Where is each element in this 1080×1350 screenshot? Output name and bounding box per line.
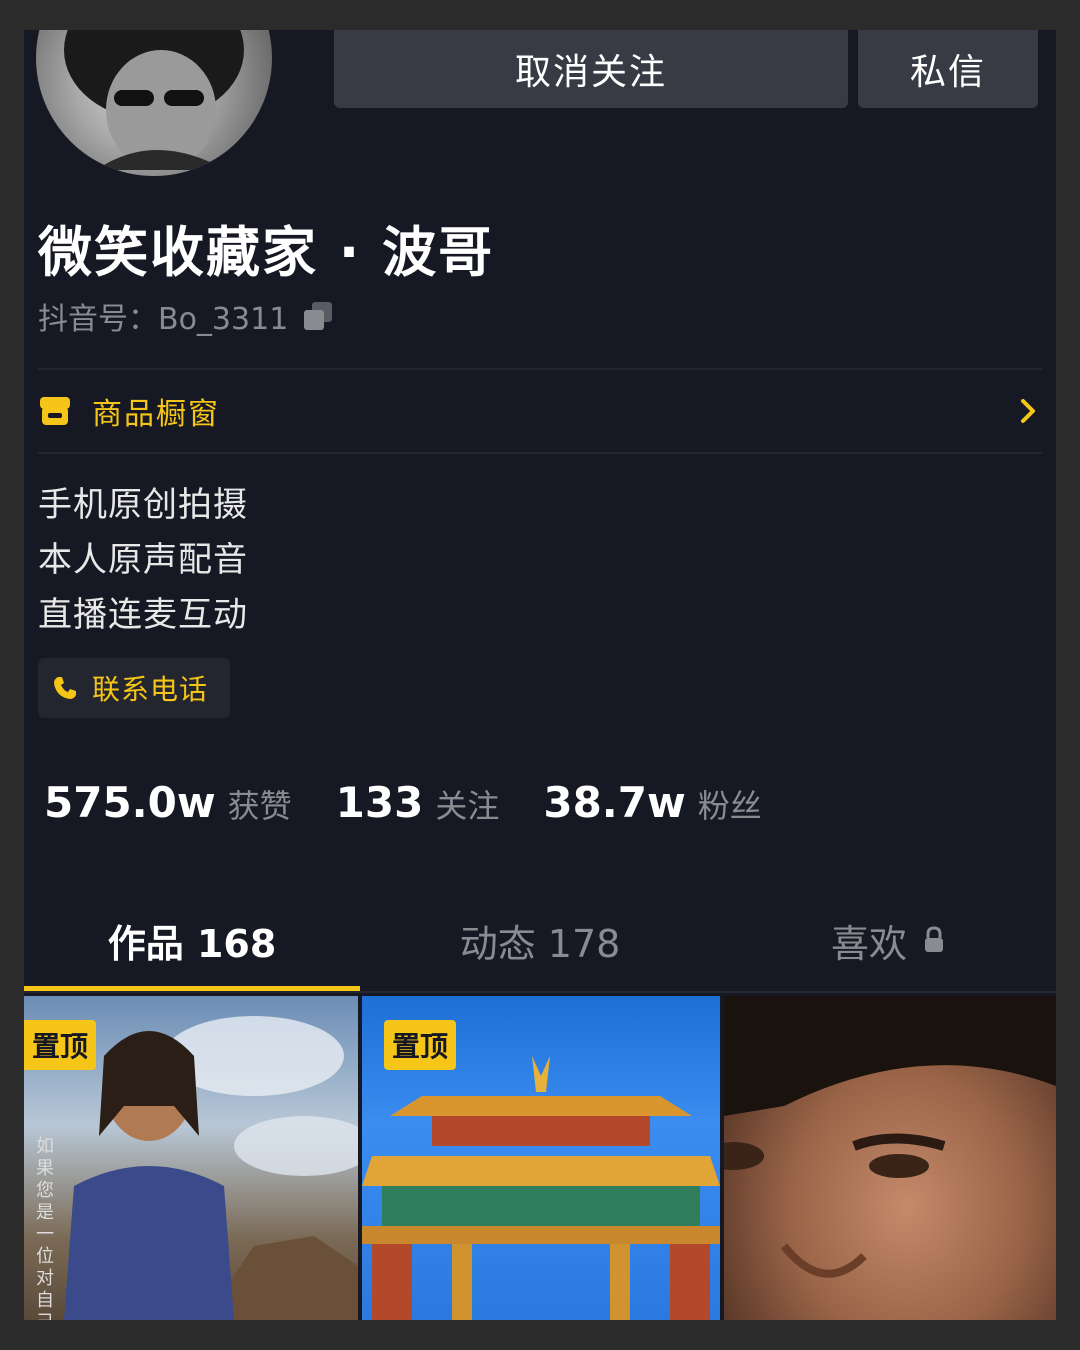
stat-label: 粉丝 bbox=[697, 787, 762, 825]
tab-label: 动态 178 bbox=[459, 921, 621, 966]
contact-phone-button[interactable]: 联系电话 bbox=[38, 658, 230, 718]
stat-followers[interactable]: 38.7w 粉丝 bbox=[543, 778, 761, 827]
tab-dynamic[interactable]: 动态 178 bbox=[360, 900, 720, 980]
video-thumbnail[interactable]: 置顶 bbox=[362, 996, 720, 1320]
contact-phone-label: 联系电话 bbox=[92, 673, 209, 706]
stat-label: 关注 bbox=[435, 787, 500, 825]
tabs-divider bbox=[24, 991, 1056, 993]
shop-icon bbox=[38, 394, 72, 428]
tab-works[interactable]: 作品 168 bbox=[24, 900, 360, 980]
thumbnail-caption: 如果您是一位对自己外形 bbox=[36, 1136, 54, 1320]
avatar[interactable] bbox=[36, 30, 272, 176]
bio-line: 本人原声配音 bbox=[38, 540, 248, 580]
profile-name: 微笑收藏家 · 波哥 bbox=[38, 221, 495, 284]
phone-icon bbox=[52, 675, 78, 701]
chevron-right-icon bbox=[1018, 397, 1038, 425]
avatar-portrait bbox=[64, 30, 244, 170]
douyin-id-row: 抖音号：Bo_3311 bbox=[38, 294, 334, 338]
tab-label: 喜欢 bbox=[830, 921, 907, 966]
content-tabs: 作品 168 动态 178 喜欢 bbox=[24, 900, 1056, 993]
stat-value: 575.0w bbox=[44, 778, 216, 827]
profile-screen: 取消关注 私信 微笑收藏家 · 波哥 抖音号：Bo_3311 商品橱窗 手机原创… bbox=[24, 30, 1056, 1320]
message-label: 私信 bbox=[909, 52, 986, 93]
shop-window-label: 商品橱窗 bbox=[92, 397, 220, 432]
stat-value: 133 bbox=[335, 778, 424, 827]
pinned-badge: 置顶 bbox=[384, 1020, 457, 1070]
pinned-badge: 置顶 bbox=[24, 1020, 97, 1070]
divider bbox=[38, 452, 1042, 454]
bio-line: 直播连麦互动 bbox=[38, 595, 248, 635]
stat-label: 获赞 bbox=[227, 787, 292, 825]
tab-likes[interactable]: 喜欢 bbox=[720, 900, 1056, 980]
video-thumbnail[interactable]: 置顶 如果您是一位对自己外形 bbox=[24, 996, 358, 1320]
tab-label: 作品 168 bbox=[107, 921, 277, 966]
douyin-id: 抖音号：Bo_3311 bbox=[38, 302, 289, 337]
stat-following[interactable]: 133 关注 bbox=[336, 778, 500, 827]
stat-value: 38.7w bbox=[543, 778, 686, 827]
unfollow-button[interactable]: 取消关注 bbox=[334, 30, 848, 108]
lock-icon bbox=[923, 926, 945, 954]
stats-row: 575.0w 获赞 133 关注 38.7w 粉丝 bbox=[44, 778, 762, 827]
video-thumbnail[interactable] bbox=[724, 996, 1056, 1320]
video-grid: 置顶 如果您是一位对自己外形 置顶 bbox=[24, 996, 1056, 1320]
thumbnail-image bbox=[724, 996, 1056, 1278]
bio: 手机原创拍摄 本人原声配音 直播连麦互动 bbox=[38, 478, 248, 643]
unfollow-label: 取消关注 bbox=[514, 52, 667, 93]
shop-window-row[interactable]: 商品橱窗 bbox=[38, 370, 1038, 452]
copy-icon[interactable] bbox=[302, 300, 334, 332]
message-button[interactable]: 私信 bbox=[858, 30, 1038, 108]
stat-likes[interactable]: 575.0w 获赞 bbox=[44, 778, 292, 827]
bio-line: 手机原创拍摄 bbox=[38, 485, 248, 525]
